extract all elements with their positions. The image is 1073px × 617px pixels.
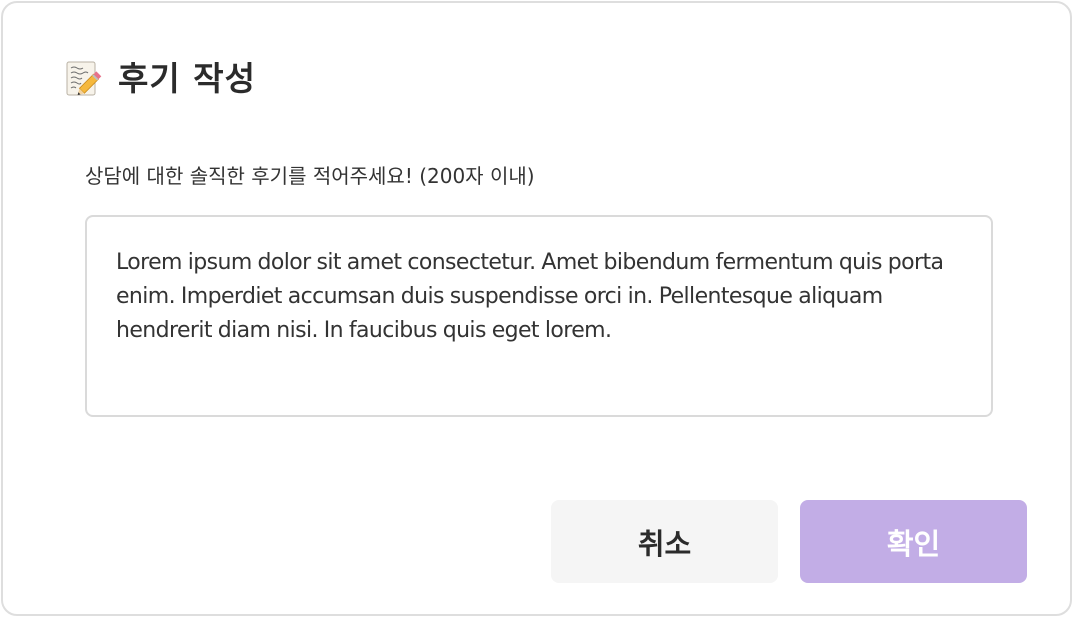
memo-icon [64, 60, 102, 98]
modal-title: 후기 작성 [118, 59, 256, 98]
modal-header: 후기 작성 [64, 59, 256, 99]
review-textarea[interactable]: Lorem ipsum dolor sit amet consectetur. … [116, 246, 966, 348]
cancel-button[interactable]: 취소 [551, 500, 778, 583]
review-modal: 후기 작성 상담에 대한 솔직한 후기를 적어주세요! (200자 이내) Lo… [1, 1, 1072, 616]
confirm-button[interactable]: 확인 [800, 500, 1027, 583]
review-instruction: 상담에 대한 솔직한 후기를 적어주세요! (200자 이내) [85, 164, 535, 188]
review-textarea-container[interactable]: Lorem ipsum dolor sit amet consectetur. … [85, 215, 993, 417]
